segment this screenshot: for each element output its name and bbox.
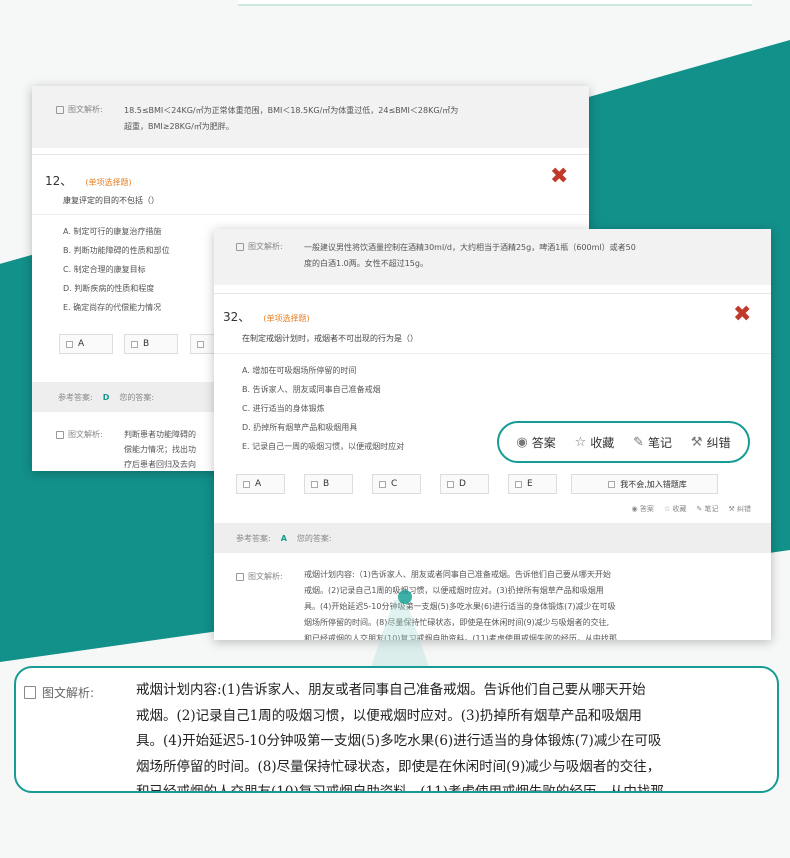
checkbox-icon bbox=[243, 480, 250, 488]
mini-notes-button[interactable]: ✎ 笔记 bbox=[696, 504, 718, 514]
option-a: A. 制定可行的康复治疗措施 bbox=[63, 227, 162, 236]
explain-label: 图文解析: bbox=[236, 241, 283, 252]
question-header: 32、 (单项选择题) bbox=[223, 306, 310, 325]
option-d: D. 判断疾病的性质和程度 bbox=[63, 284, 155, 293]
wrench-icon: ⚒ bbox=[690, 434, 703, 450]
answer-box-a[interactable]: A bbox=[236, 474, 285, 494]
answer-box-e[interactable]: E bbox=[508, 474, 557, 494]
option-list: A. 增加在可吸烟场所停留的时间 B. 告诉家人、朋友或同事自己准备戒烟 C. … bbox=[242, 361, 404, 456]
eye-icon: ◉ bbox=[516, 434, 528, 450]
mini-toolbar: ◉ 答案 ☆ 收藏 ✎ 笔记 ⚒ 纠错 bbox=[632, 504, 751, 514]
answer-button[interactable]: ◉ 答案 bbox=[516, 434, 555, 451]
callout-text: 戒烟计划内容:(1)告诉家人、朋友或者同事自己准备戒烟。告诉他们自己要从哪天开始… bbox=[136, 682, 664, 793]
action-toolbar: ◉ 答案 ☆ 收藏 ✎ 笔记 ⚒ 纠错 bbox=[497, 421, 750, 463]
reference-answer-row: 参考答案: A 您的答案: bbox=[214, 523, 771, 553]
star-icon: ☆ bbox=[574, 434, 587, 450]
question-text: 康复评定的目的不包括（） bbox=[63, 196, 159, 205]
doc-icon bbox=[56, 105, 64, 114]
notes-button[interactable]: ✎ 笔记 bbox=[633, 434, 672, 451]
mini-favorite-button[interactable]: ☆ 收藏 bbox=[664, 504, 687, 514]
edit-icon: ✎ bbox=[633, 434, 645, 450]
option-c: C. 进行适当的身体锻炼 bbox=[242, 404, 325, 413]
answer-box-a[interactable]: A bbox=[59, 334, 113, 354]
question-number: 12、 bbox=[45, 174, 73, 188]
option-b: B. 告诉家人、朋友或同事自己准备戒烟 bbox=[242, 385, 381, 394]
explain-text: 一般建议男性将饮酒量控制在酒精30ml/d，大约相当于酒精25g，啤酒1瓶（60… bbox=[304, 243, 636, 268]
checkbox-icon bbox=[197, 340, 204, 348]
callout-label: 图文解析: bbox=[24, 684, 94, 701]
checkbox-icon bbox=[66, 340, 73, 348]
option-a: A. 增加在可吸烟场所停留的时间 bbox=[242, 366, 357, 375]
explain2-text: 判断患者功能障碍的 偿能力情况；找出功 疗后患者回归及去向 bbox=[124, 430, 196, 469]
question-number: 32、 bbox=[223, 310, 251, 324]
answer-box-c[interactable]: C bbox=[372, 474, 421, 494]
top-card-edge bbox=[238, 0, 752, 6]
explain-label: 图文解析: bbox=[56, 104, 103, 115]
explain-band: 图文解析: 18.5≤BMI＜24KG/㎡为正常体重范围，BMI＜18.5KG/… bbox=[32, 86, 589, 148]
checkbox-icon bbox=[447, 480, 454, 488]
wrong-mark-icon: ✖ bbox=[733, 302, 752, 327]
favorite-button[interactable]: ☆ 收藏 bbox=[575, 434, 615, 451]
zoom-dot bbox=[398, 590, 412, 604]
checkbox-icon bbox=[131, 340, 138, 348]
question-type: (单项选择题) bbox=[263, 314, 310, 323]
checkbox-icon bbox=[311, 480, 318, 488]
explanation-zoom-callout: 图文解析: 戒烟计划内容:(1)告诉家人、朋友或者同事自己准备戒烟。告诉他们自己… bbox=[14, 666, 779, 793]
question-header: 12、 (单项选择题) bbox=[45, 170, 132, 189]
question-type: (单项选择题) bbox=[85, 178, 132, 187]
explain-band: 图文解析: 一般建议男性将饮酒量控制在酒精30ml/d，大约相当于酒精25g，啤… bbox=[214, 229, 771, 285]
doc-icon bbox=[24, 686, 36, 699]
explain-text: 18.5≤BMI＜24KG/㎡为正常体重范围，BMI＜18.5KG/㎡为体重过低… bbox=[124, 106, 459, 131]
option-list: A. 制定可行的康复治疗措施 B. 判断功能障碍的性质和部位 C. 制定合理的康… bbox=[63, 222, 170, 317]
mini-answer-button[interactable]: ◉ 答案 bbox=[632, 504, 654, 514]
answer-box-b[interactable]: B bbox=[124, 334, 178, 354]
add-wrong-bank-button[interactable]: 我不会,加入错题库 bbox=[571, 474, 718, 494]
checkbox-icon bbox=[608, 480, 616, 488]
doc-icon bbox=[236, 572, 244, 581]
explain2-text: 戒烟计划内容:（1)告诉家人、朋友或者同事自己准备戒烟。告诉他们自己要从哪天开始… bbox=[304, 570, 617, 640]
option-b: B. 判断功能障碍的性质和部位 bbox=[63, 246, 170, 255]
option-e: E. 记录自己一周的吸烟习惯，以便戒烟时应对 bbox=[242, 442, 405, 451]
explain2-label: 图文解析: bbox=[56, 429, 103, 440]
question-text: 在制定戒烟计划时，戒烟者不可出现的行为是（） bbox=[242, 334, 418, 343]
explain2-label: 图文解析: bbox=[236, 571, 283, 582]
option-e: E. 确定尚存的代偿能力情况 bbox=[63, 303, 162, 312]
correct-button[interactable]: ⚒ 纠错 bbox=[691, 434, 731, 451]
answer-box-b[interactable]: B bbox=[304, 474, 353, 494]
wrong-mark-icon: ✖ bbox=[550, 164, 569, 189]
option-d: D. 扔掉所有烟草产品和吸烟用具 bbox=[242, 423, 358, 432]
mini-correct-button[interactable]: ⚒ 纠错 bbox=[728, 504, 751, 514]
checkbox-icon bbox=[379, 480, 386, 488]
doc-icon bbox=[56, 430, 64, 439]
answer-box-d[interactable]: D bbox=[440, 474, 489, 494]
doc-icon bbox=[236, 242, 244, 251]
option-c: C. 制定合理的康复目标 bbox=[63, 265, 146, 274]
checkbox-icon bbox=[515, 480, 522, 488]
